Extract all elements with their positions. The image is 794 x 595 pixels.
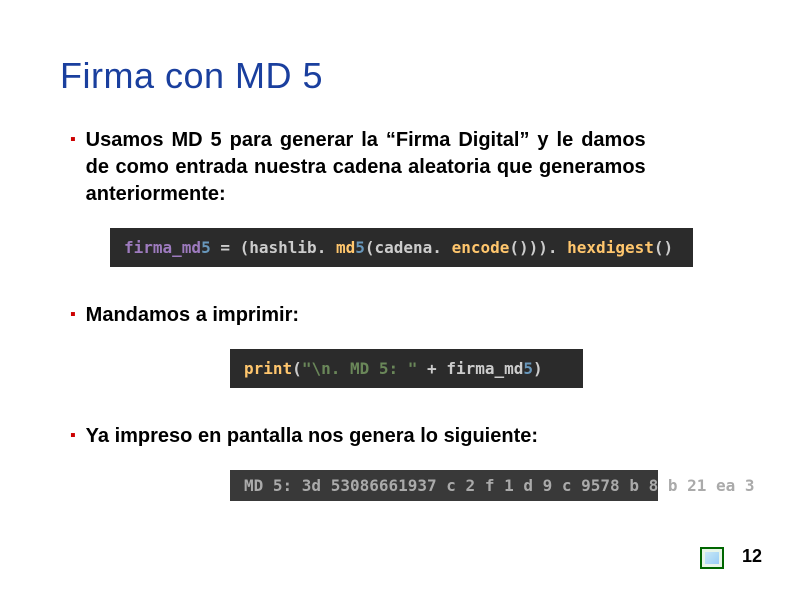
bullet-icon: ▪ xyxy=(70,304,76,326)
output-block: MD 5: 3d 53086661937 c 2 f 1 d 9 c 9578 … xyxy=(230,470,658,501)
code-token: hashlib xyxy=(249,238,316,257)
code-token: = xyxy=(211,238,240,257)
code-token: ) xyxy=(533,359,543,378)
code-token: 5 xyxy=(201,238,211,257)
slide-title: Firma con MD 5 xyxy=(60,55,734,97)
slide: Firma con MD 5 ▪ Usamos MD 5 para genera… xyxy=(0,0,794,501)
code-token: ( xyxy=(292,359,302,378)
code-token: ( xyxy=(240,238,250,257)
code-token: . xyxy=(317,238,336,257)
bullet-text: Ya impreso en pantalla nos genera lo sig… xyxy=(86,423,538,450)
page-number: 12 xyxy=(742,546,762,567)
bullet-item-1: ▪ Usamos MD 5 para generar la “Firma Dig… xyxy=(60,127,734,208)
code-token: () xyxy=(654,238,673,257)
bullet-item-3: ▪ Ya impreso en pantalla nos genera lo s… xyxy=(60,423,734,450)
code-token: ())) xyxy=(509,238,548,257)
code-token: encode xyxy=(452,238,510,257)
code-block-2: print("\n. MD 5: " + firma_md5) xyxy=(230,349,583,388)
code-token: . xyxy=(432,238,451,257)
code-token: hexdigest xyxy=(567,238,654,257)
bullet-text: Mandamos a imprimir: xyxy=(86,302,299,329)
code-token: "\n. MD 5: " xyxy=(302,359,418,378)
code-token: ( xyxy=(365,238,375,257)
bullet-icon: ▪ xyxy=(70,425,76,447)
code-token: md xyxy=(336,238,355,257)
footer-logo-icon xyxy=(700,547,724,569)
code-token: firma_md xyxy=(124,238,201,257)
bullet-item-2: ▪ Mandamos a imprimir: xyxy=(60,302,734,329)
code-token: firma_md xyxy=(446,359,523,378)
code-token: 5 xyxy=(355,238,365,257)
code-token: 5 xyxy=(523,359,533,378)
bullet-text: Usamos MD 5 para generar la “Firma Digit… xyxy=(86,127,646,208)
code-token: + xyxy=(417,359,446,378)
bullet-icon: ▪ xyxy=(70,129,76,151)
code-token: . xyxy=(548,238,567,257)
code-block-1: firma_md5 = (hashlib. md5(cadena. encode… xyxy=(110,228,693,267)
code-token: print xyxy=(244,359,292,378)
code-token: cadena xyxy=(375,238,433,257)
